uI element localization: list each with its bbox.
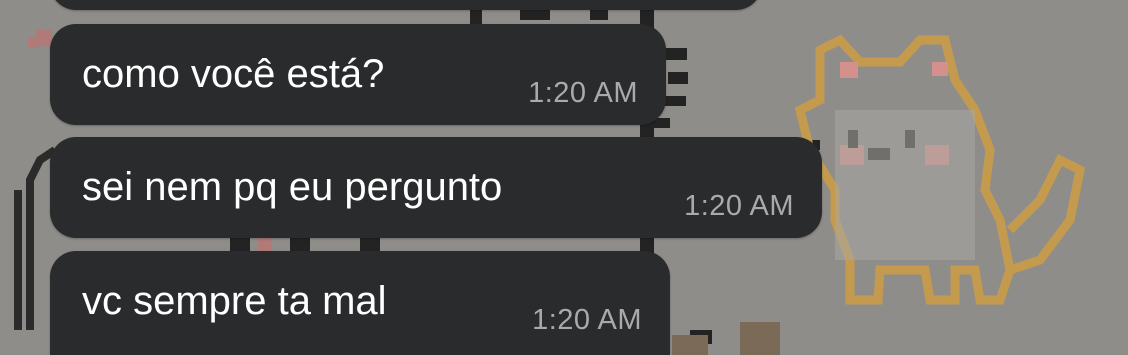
message-bubble[interactable]: sei nem pq eu pergunto 1:20 AM — [50, 137, 822, 238]
cat-fill — [835, 110, 975, 260]
message-text: como você está? — [82, 52, 385, 96]
message-bubble-previous — [50, 0, 762, 10]
message-bubble[interactable]: como você está? 1:20 AM — [50, 24, 666, 125]
message-timestamp: 1:20 AM — [684, 190, 794, 222]
message-text: vc sempre ta mal — [82, 279, 387, 323]
pixel-bread-doodle — [672, 322, 780, 355]
message-bubble[interactable]: vc sempre ta mal 1:20 AM — [50, 251, 670, 355]
message-text: sei nem pq eu pergunto — [82, 165, 503, 209]
message-timestamp: 1:20 AM — [528, 77, 638, 109]
message-timestamp: 1:20 AM — [532, 304, 642, 336]
